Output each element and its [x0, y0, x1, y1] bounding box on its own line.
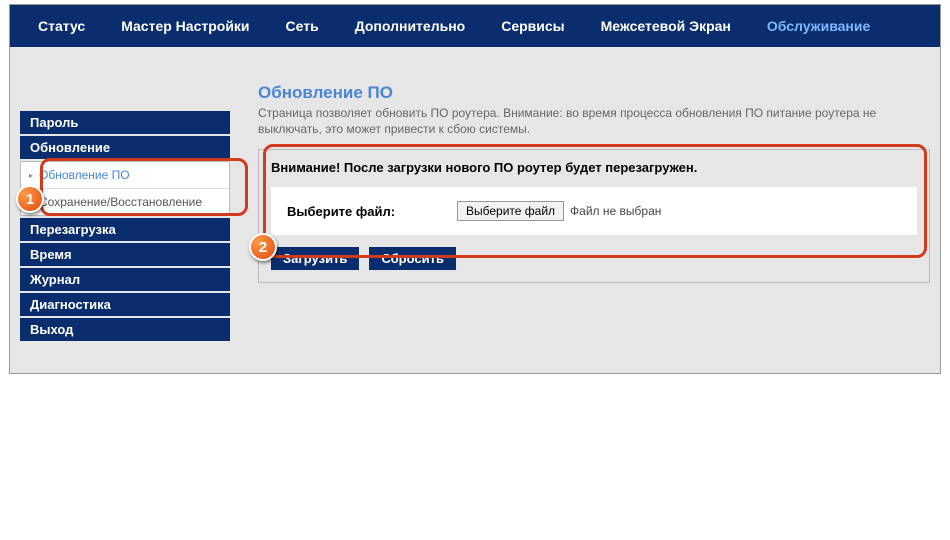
- nav-services[interactable]: Сервисы: [483, 5, 582, 47]
- sidebar-item-reboot[interactable]: Перезагрузка: [20, 218, 230, 241]
- sidebar-item-password[interactable]: Пароль: [20, 111, 230, 134]
- top-nav: Статус Мастер Настройки Сеть Дополнитель…: [10, 5, 940, 47]
- sidebar-item-diag[interactable]: Диагностика: [20, 293, 230, 316]
- sidebar-item-time[interactable]: Время: [20, 243, 230, 266]
- page-title: Обновление ПО: [258, 83, 930, 103]
- firmware-panel: Внимание! После загрузки нового ПО роуте…: [258, 149, 930, 283]
- file-row: Выберите файл: Выберите файл Файл не выб…: [271, 187, 917, 235]
- nav-wizard[interactable]: Мастер Настройки: [103, 5, 267, 47]
- reset-button[interactable]: Сбросить: [369, 247, 456, 270]
- page-description: Страница позволяет обновить ПО роутера. …: [258, 105, 930, 137]
- annotation-badge-2: 2: [249, 233, 277, 261]
- warning-text: Внимание! После загрузки нового ПО роуте…: [271, 160, 917, 175]
- nav-firewall[interactable]: Межсетевой Экран: [583, 5, 749, 47]
- upload-button[interactable]: Загрузить: [271, 247, 359, 270]
- annotation-badge-1: 1: [16, 185, 44, 213]
- main-content: Обновление ПО Страница позволяет обновит…: [230, 83, 930, 343]
- sidebar-submenu: Обновление ПО Сохранение/Восстановление: [20, 161, 230, 216]
- nav-network[interactable]: Сеть: [268, 5, 337, 47]
- file-status: Файл не выбран: [570, 204, 661, 218]
- sidebar-item-exit[interactable]: Выход: [20, 318, 230, 341]
- nav-maintenance[interactable]: Обслуживание: [749, 5, 888, 47]
- sidebar-item-update[interactable]: Обновление: [20, 136, 230, 159]
- nav-advanced[interactable]: Дополнительно: [337, 5, 483, 47]
- file-label: Выберите файл:: [287, 204, 457, 219]
- nav-status[interactable]: Статус: [20, 5, 103, 47]
- choose-file-button[interactable]: Выберите файл: [457, 201, 564, 221]
- sidebar: Пароль Обновление Обновление ПО Сохранен…: [20, 111, 230, 343]
- sublink-backup[interactable]: Сохранение/Восстановление: [21, 188, 229, 215]
- sublink-firmware[interactable]: Обновление ПО: [21, 162, 229, 188]
- sidebar-item-log[interactable]: Журнал: [20, 268, 230, 291]
